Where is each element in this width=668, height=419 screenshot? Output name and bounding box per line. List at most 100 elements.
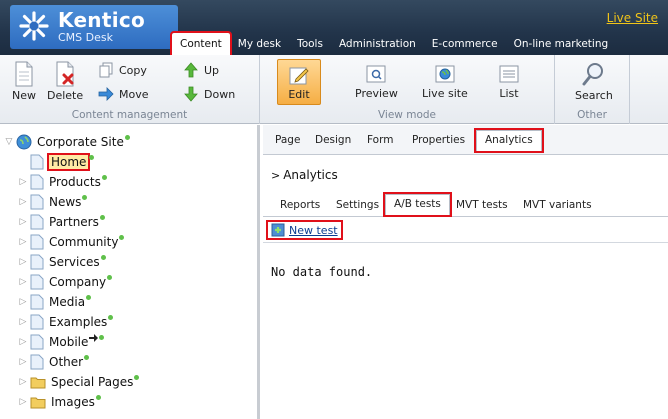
new-button[interactable]: New <box>12 61 36 102</box>
subtab-settings[interactable]: Settings <box>336 199 379 211</box>
tree-item-products[interactable]: ▷ Products <box>16 173 107 191</box>
nav-tab-my-desk[interactable]: My desk <box>230 38 289 55</box>
tree-item-community[interactable]: ▷ Community <box>16 233 125 251</box>
no-data-message: No data found. <box>271 265 373 279</box>
tree-item-partners[interactable]: ▷ Partners <box>16 213 105 231</box>
up-label: Up <box>204 63 220 77</box>
kentico-logo[interactable]: Kentico CMS Desk <box>10 5 178 49</box>
delete-label: Delete <box>47 89 84 102</box>
content-management-label: Content management <box>71 109 188 121</box>
live-site-label: Live site <box>422 87 468 100</box>
published-status-dot <box>107 274 113 280</box>
tree-item-mobile[interactable]: ▷ Mobile <box>16 333 105 351</box>
new-test-link[interactable]: New test <box>266 220 343 240</box>
new-test-label: New test <box>289 223 338 237</box>
nav-tab-online-marketing[interactable]: On-line marketing <box>506 38 617 55</box>
list-button[interactable]: List <box>498 63 520 100</box>
new-document-icon <box>15 61 33 87</box>
published-status-dot <box>108 314 114 320</box>
published-status-dot <box>134 374 140 380</box>
tab-design[interactable]: Design <box>315 134 351 146</box>
live-site-link[interactable]: Live Site <box>607 11 658 25</box>
published-status-dot <box>95 394 101 400</box>
search-label: Search <box>575 89 613 102</box>
app-name: Kentico <box>58 8 146 32</box>
delete-button[interactable]: Delete <box>47 61 83 102</box>
expand-toggle[interactable]: ▷ <box>16 277 30 287</box>
globe-icon <box>16 134 32 150</box>
folder-icon <box>30 397 46 409</box>
published-status-dot <box>86 294 92 300</box>
expand-toggle[interactable]: ▷ <box>16 177 30 187</box>
header-bar: Kentico CMS Desk Live Site Content My de… <box>0 0 668 57</box>
tree-item-label: Company <box>49 275 107 289</box>
tree-item-other[interactable]: ▷ Other <box>16 353 90 371</box>
expand-toggle[interactable]: ▷ <box>16 197 30 207</box>
expand-toggle[interactable]: ▷ <box>16 357 30 367</box>
tree-item-services[interactable]: ▷ Services <box>16 253 106 271</box>
preview-magnifier-icon <box>366 65 386 83</box>
tab-form[interactable]: Form <box>367 134 393 146</box>
tree-item-images[interactable]: ▷ Images <box>16 393 101 411</box>
preview-button[interactable]: Preview <box>355 63 398 100</box>
tree-item-label: Media <box>49 295 86 309</box>
page-icon <box>30 254 44 270</box>
tab-page[interactable]: Page <box>275 134 300 146</box>
expand-toggle[interactable]: ▷ <box>16 337 30 347</box>
expand-toggle[interactable]: ▷ <box>16 297 30 307</box>
down-button[interactable]: Down <box>183 86 235 102</box>
live-site-globe-icon <box>435 65 455 83</box>
move-label: Move <box>119 87 149 101</box>
folder-icon <box>30 377 46 389</box>
copy-button[interactable]: Copy <box>98 62 147 78</box>
up-button[interactable]: Up <box>183 62 219 78</box>
expand-toggle[interactable]: ▷ <box>16 397 30 407</box>
expand-toggle[interactable]: ▷ <box>16 257 30 267</box>
tree-item-label: Mobile <box>49 335 89 349</box>
nav-tab-tools[interactable]: Tools <box>289 38 331 55</box>
tree-item-label: Partners <box>49 215 99 229</box>
live-site-button[interactable]: Live site <box>422 63 468 100</box>
tree-item-examples[interactable]: ▷ Examples <box>16 313 114 331</box>
page-icon <box>30 214 44 230</box>
subtab-reports[interactable]: Reports <box>280 199 320 211</box>
subtab-ab-tests[interactable]: A/B tests <box>383 192 452 217</box>
nav-tab-ecommerce[interactable]: E-commerce <box>424 38 506 55</box>
expand-toggle[interactable]: ▷ <box>16 237 30 247</box>
view-mode-group: Edit Preview Live site List View mode <box>260 55 555 124</box>
tab-properties[interactable]: Properties <box>412 134 465 146</box>
tree-item-label: Products <box>49 175 101 189</box>
tree-item-media[interactable]: ▷ Media <box>16 293 92 311</box>
published-status-dot <box>84 354 90 360</box>
tree-item-special-pages[interactable]: ▷ Special Pages <box>16 373 140 391</box>
collapse-toggle[interactable]: ▽ <box>2 137 16 147</box>
chevron-right-icon: > <box>271 169 281 182</box>
tree-item-company[interactable]: ▷ Company <box>16 273 113 291</box>
move-button[interactable]: Move <box>98 86 149 102</box>
nav-tab-content[interactable]: Content <box>170 31 232 57</box>
toolbar: New Delete Copy Move Up Down Content man… <box>0 55 668 124</box>
tree-item-label: Special Pages <box>51 375 134 389</box>
section-title: > Analytics <box>271 168 338 182</box>
nav-tab-administration[interactable]: Administration <box>331 38 424 55</box>
page-icon <box>30 154 44 170</box>
content-management-group: New Delete Copy Move Up Down Content man… <box>0 55 260 124</box>
tree-root[interactable]: ▽ Corporate Site <box>2 133 130 151</box>
subtab-mvt-tests[interactable]: MVT tests <box>456 199 508 211</box>
edit-button[interactable]: Edit <box>277 59 321 105</box>
actions-bar: New test <box>263 217 668 243</box>
other-group: Search Other <box>555 55 630 124</box>
published-status-dot <box>119 234 125 240</box>
tree-item-home[interactable]: Home <box>30 153 95 171</box>
move-arrow-icon <box>98 87 114 101</box>
subtab-mvt-variants[interactable]: MVT variants <box>523 199 592 211</box>
page-icon <box>30 314 44 330</box>
copy-label: Copy <box>119 63 147 77</box>
tree-item-news[interactable]: ▷ News <box>16 193 88 211</box>
expand-toggle[interactable]: ▷ <box>16 317 30 327</box>
tab-analytics[interactable]: Analytics <box>474 128 544 153</box>
search-button[interactable]: Search <box>575 61 613 102</box>
content-panel: Page Design Form Properties Analytics > A… <box>263 125 668 419</box>
expand-toggle[interactable]: ▷ <box>16 377 30 387</box>
expand-toggle[interactable]: ▷ <box>16 217 30 227</box>
